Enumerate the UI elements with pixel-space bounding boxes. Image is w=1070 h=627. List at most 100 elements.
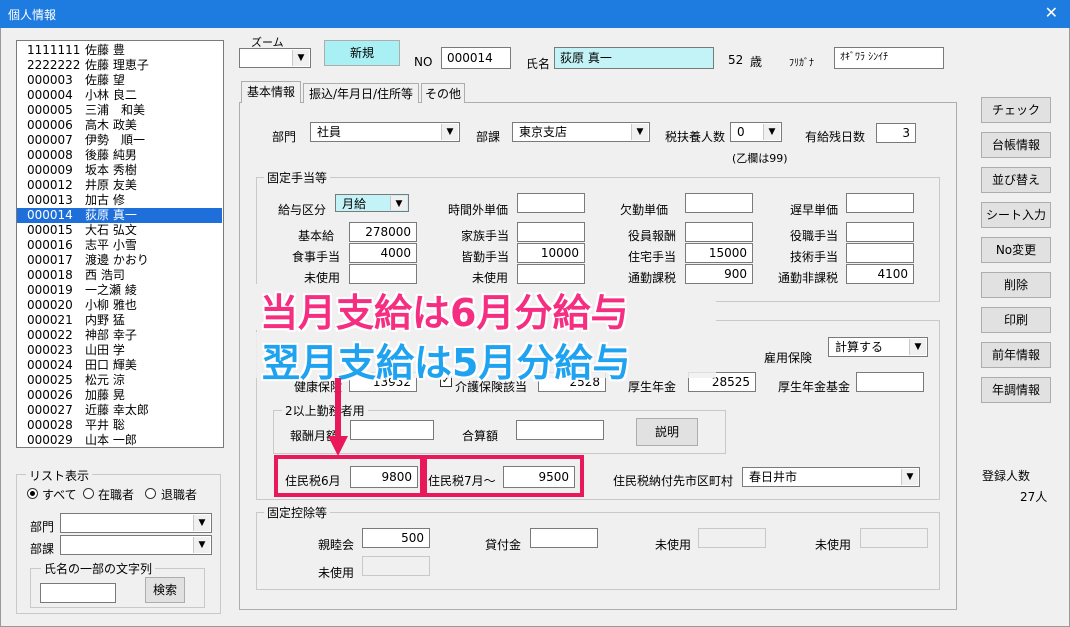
dependents-combo[interactable]: 0 ▼ bbox=[730, 122, 782, 142]
family-field[interactable] bbox=[517, 222, 585, 242]
employee-code: 1111111 bbox=[27, 43, 81, 57]
employee-name: 加古 修 bbox=[85, 193, 125, 207]
no-change-button[interactable]: No変更 bbox=[981, 237, 1051, 263]
list-item[interactable]: 000008 後藤 純男 bbox=[17, 148, 222, 163]
list-item[interactable]: 000019 一之瀬 綾 bbox=[17, 283, 222, 298]
explain-button[interactable]: 説明 bbox=[636, 418, 698, 446]
window-title: 個人情報 bbox=[8, 8, 57, 22]
check-button[interactable]: チェック bbox=[981, 97, 1051, 123]
list-item[interactable]: 000013 加古 修 bbox=[17, 193, 222, 208]
no-field[interactable]: 000014 bbox=[441, 47, 511, 69]
employee-name: 山本 一郎 bbox=[85, 433, 137, 447]
position-label: 役職手当 bbox=[790, 229, 839, 243]
name-search-input[interactable] bbox=[40, 583, 116, 603]
absence-field[interactable] bbox=[685, 193, 753, 213]
radio-active[interactable] bbox=[83, 488, 94, 499]
list-item[interactable]: 000004 小林 良二 bbox=[17, 88, 222, 103]
dependents-label: 税扶養人数 bbox=[665, 130, 726, 144]
paid-leave-field[interactable]: 3 bbox=[876, 123, 916, 143]
year-end-button[interactable]: 年調情報 bbox=[981, 377, 1051, 403]
pay-type-combo[interactable]: 月給 ▼ bbox=[335, 194, 409, 212]
list-item[interactable]: 000027 近藤 幸太郎 bbox=[17, 403, 222, 418]
overtime-label: 時間外単価 bbox=[448, 203, 509, 217]
list-item[interactable]: 000003 佐藤 望 bbox=[17, 73, 222, 88]
employee-name: 井原 友美 bbox=[85, 178, 137, 192]
tab-transfer[interactable]: 振込/年月日/住所等 bbox=[303, 83, 419, 103]
employee-code: 000006 bbox=[27, 118, 73, 132]
kana-field[interactable]: ｵｷﾞﾜﾗ ｼﾝｲﾁ bbox=[834, 47, 944, 69]
tab-basic[interactable]: 基本情報 bbox=[241, 81, 301, 103]
social-field[interactable]: 500 bbox=[362, 528, 430, 548]
housing-field[interactable]: 15000 bbox=[685, 243, 753, 263]
meal-field[interactable]: 4000 bbox=[349, 243, 417, 263]
officer-field[interactable] bbox=[685, 222, 753, 242]
late-field[interactable] bbox=[846, 193, 914, 213]
list-section-combo[interactable]: ▼ bbox=[60, 535, 212, 555]
overtime-field[interactable] bbox=[517, 193, 585, 213]
city-combo[interactable]: 春日井市 ▼ bbox=[742, 467, 920, 487]
list-item[interactable]: 000017 渡邊 かおり bbox=[17, 253, 222, 268]
list-item[interactable]: 000012 井原 友美 bbox=[17, 178, 222, 193]
list-item[interactable]: 1111111 佐藤 豊 bbox=[17, 43, 222, 58]
prev-year-button[interactable]: 前年情報 bbox=[981, 342, 1051, 368]
list-item[interactable]: 000023 山田 学 bbox=[17, 343, 222, 358]
list-item[interactable]: 000024 田口 輝美 bbox=[17, 358, 222, 373]
list-item[interactable]: 000007 伊勢 順一 bbox=[17, 133, 222, 148]
list-item[interactable]: 000005 三浦 和美 bbox=[17, 103, 222, 118]
list-item[interactable]: 2222222 佐藤 理恵子 bbox=[17, 58, 222, 73]
list-item[interactable]: 000006 高木 政美 bbox=[17, 118, 222, 133]
base-field[interactable]: 278000 bbox=[349, 222, 417, 242]
list-item[interactable]: 000028 平井 聡 bbox=[17, 418, 222, 433]
skill-field[interactable] bbox=[846, 243, 914, 263]
list-item[interactable]: 000015 大石 弘文 bbox=[17, 223, 222, 238]
loan-field[interactable] bbox=[530, 528, 598, 548]
sheet-input-button[interactable]: シート入力 bbox=[981, 202, 1051, 228]
section-combo[interactable]: 東京支店 ▼ bbox=[512, 122, 650, 142]
employee-code: 000014 bbox=[27, 208, 73, 222]
list-item[interactable]: 000025 松元 涼 bbox=[17, 373, 222, 388]
list-item[interactable]: 000016 志平 小雪 bbox=[17, 238, 222, 253]
list-item[interactable]: 000026 加藤 晃 bbox=[17, 388, 222, 403]
monthly-field[interactable] bbox=[350, 420, 434, 440]
list-item[interactable]: 000029 山本 一郎 bbox=[17, 433, 222, 447]
emp-ins-combo[interactable]: 計算する ▼ bbox=[828, 337, 928, 357]
tab-other[interactable]: その他 bbox=[421, 83, 465, 103]
radio-retired[interactable] bbox=[145, 488, 156, 499]
sort-button[interactable]: 並び替え bbox=[981, 167, 1051, 193]
employee-list[interactable]: 1111111 佐藤 豊 2222222 佐藤 理恵子 000003 佐藤 望 000004… bbox=[16, 40, 224, 448]
name-field[interactable]: 荻原 真一 bbox=[554, 47, 714, 69]
dept-combo[interactable]: 社員 ▼ bbox=[310, 122, 460, 142]
new-button[interactable]: 新規 bbox=[324, 40, 400, 66]
zoom-combo[interactable]: ▼ bbox=[239, 48, 311, 68]
july-tax-highlight bbox=[423, 455, 584, 497]
radio-all-label: すべて bbox=[42, 488, 77, 502]
employee-code: 000027 bbox=[27, 403, 73, 417]
unused2-field[interactable] bbox=[517, 264, 585, 284]
unused1-field[interactable] bbox=[349, 264, 417, 284]
fund-field[interactable] bbox=[856, 372, 924, 392]
nontax-commute-field[interactable]: 4100 bbox=[846, 264, 914, 284]
list-item[interactable]: 000014 荻原 真一 bbox=[17, 208, 222, 223]
total-label: 合算額 bbox=[462, 429, 499, 443]
position-field[interactable] bbox=[846, 222, 914, 242]
employee-name: 一之瀬 綾 bbox=[85, 283, 137, 297]
total-field[interactable] bbox=[516, 420, 604, 440]
list-item[interactable]: 000020 小柳 雅也 bbox=[17, 298, 222, 313]
list-item[interactable]: 000009 坂本 秀樹 bbox=[17, 163, 222, 178]
employee-code: 000021 bbox=[27, 313, 73, 327]
attendance-field[interactable]: 10000 bbox=[517, 243, 585, 263]
list-item[interactable]: 000018 西 浩司 bbox=[17, 268, 222, 283]
employee-name: 後藤 純男 bbox=[85, 148, 137, 162]
taxable-commute-field[interactable]: 900 bbox=[685, 264, 753, 284]
print-button[interactable]: 印刷 bbox=[981, 307, 1051, 333]
ledger-button[interactable]: 台帳情報 bbox=[981, 132, 1051, 158]
list-item[interactable]: 000022 神部 幸子 bbox=[17, 328, 222, 343]
delete-button[interactable]: 削除 bbox=[981, 272, 1051, 298]
officer-label: 役員報酬 bbox=[628, 229, 677, 243]
radio-all[interactable] bbox=[27, 488, 38, 499]
list-item[interactable]: 000021 内野 猛 bbox=[17, 313, 222, 328]
list-dept-combo[interactable]: ▼ bbox=[60, 513, 212, 533]
close-icon[interactable]: ✕ bbox=[1045, 3, 1058, 22]
search-button[interactable]: 検索 bbox=[145, 577, 185, 603]
chevron-down-icon: ▼ bbox=[901, 469, 918, 485]
